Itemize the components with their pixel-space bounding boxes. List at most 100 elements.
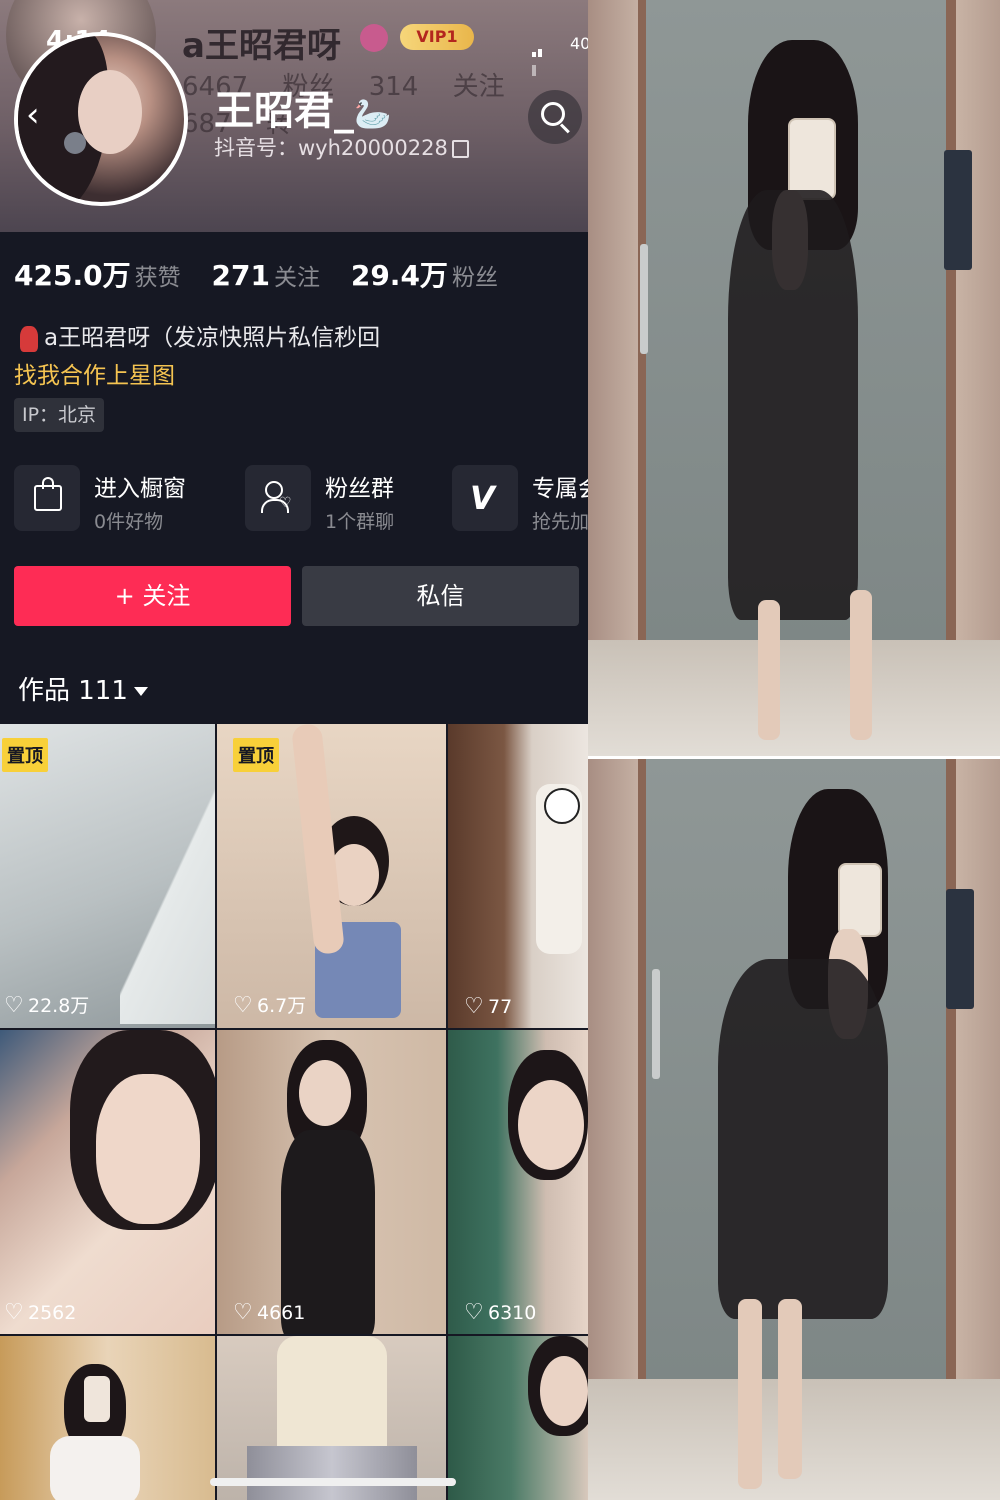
video-likes: 6.7万 [233,991,306,1018]
video-likes-count: 22.8万 [28,995,90,1017]
heart-icon [233,1300,253,1325]
video-likes: 77 [464,994,513,1019]
stat-following[interactable]: 271 关注 [211,258,319,292]
message-button[interactable]: 私信 [302,566,579,626]
follow-button[interactable]: + 关注 [14,566,291,626]
copy-icon[interactable] [451,140,469,158]
video-tile[interactable]: 2562 [0,1030,215,1334]
mirror-photo-bottom [588,759,1000,1500]
video-likes: 4661 [233,1300,306,1325]
heart-icon [464,1300,484,1325]
search-icon-handle [559,123,570,134]
tile-phone [84,1376,110,1422]
works-tab[interactable]: 作品 111 [18,670,148,707]
profile-name-text: 王昭君_ [214,88,354,134]
shop-window-sub: 0件好物 [94,511,164,533]
door-handle [640,244,648,354]
v-member-icon: V [470,479,495,517]
tile-face-sticker [544,788,580,824]
photo-floor [588,640,1000,756]
figure-phone [838,863,882,937]
bio: a王昭君呀（发凉快照片私信秒回 [20,318,380,352]
stat-followers-label: 粉丝 [451,265,498,291]
fan-group-icon-box: ♡ [245,465,311,531]
video-likes-count: 6310 [488,1302,537,1324]
elevator-panel [946,889,974,1009]
fan-group-title: 粉丝群 [325,476,394,502]
video-likes: 22.8万 [4,991,89,1018]
video-tile[interactable] [448,1336,588,1500]
vip-badge: VIP1 [400,24,474,50]
avatar-face [78,70,142,154]
figure-dress [718,959,888,1319]
signal-icon [532,38,548,76]
heart-small-icon: ♡ [279,495,292,511]
video-likes-count: 4661 [257,1302,306,1324]
douyin-id-text: 抖音号：wyh20000228 [214,136,448,160]
tile-skirt [247,1446,417,1500]
shop-icon-box [14,465,80,531]
heart-icon [233,993,253,1018]
member-title: 专属会 [532,476,588,502]
bio-text: a王昭君呀（发凉快照片私信秒回 [44,325,381,351]
star-map-link[interactable]: 找我合作上星图 [14,356,175,390]
video-tile[interactable]: 77 [448,724,588,1028]
search-button[interactable] [528,90,582,144]
stat-followers[interactable]: 29.4万 粉丝 [351,254,498,294]
tile-face [540,1356,588,1426]
ribbon-icon [20,325,38,352]
shop-window-title: 进入橱窗 [94,476,186,502]
battery-level: 40 [570,34,588,53]
avatar-mic [64,132,86,154]
video-tile[interactable]: 置顶 6.7万 [217,724,446,1028]
stat-likes[interactable]: 425.0万 获赞 [14,254,181,294]
figure-leg [738,1299,762,1489]
back-icon[interactable]: ‹ [26,98,60,132]
profile-name: 王昭君_🦢 [214,78,391,136]
shopping-bag-icon [34,477,62,511]
douyin-id[interactable]: 抖音号：wyh20000228 [214,132,469,162]
header-bg-badge [360,24,388,52]
pinned-badge: 置顶 [2,738,48,772]
figure-leg [778,1299,802,1479]
video-grid: 置顶 22.8万 置顶 6.7万 77 2562 4661 [0,724,588,1500]
profile-stats: 425.0万 获赞 271 关注 29.4万 粉丝 [14,254,520,294]
heart-icon [4,993,24,1018]
member-sub: 抢先加 [532,511,588,533]
mirror-photo-top [588,0,1000,756]
video-likes-count: 77 [488,996,513,1018]
stat-following-num: 271 [211,259,270,292]
video-likes: 2562 [4,1300,76,1325]
member-icon-box: V [452,465,518,531]
stat-likes-label: 获赞 [134,265,181,291]
video-likes-count: 6.7万 [257,995,307,1017]
video-tile[interactable]: 6310 [448,1030,588,1334]
video-tile[interactable] [0,1336,215,1500]
door-handle [652,969,660,1079]
ip-location-tag: IP：北京 [14,398,105,432]
tile-ceiling [120,724,215,1024]
works-label: 作品 111 [18,676,128,706]
caret-down-icon [133,687,148,696]
stat-following-label: 关注 [273,265,320,291]
video-tile[interactable]: 置顶 22.8万 [0,724,215,1028]
video-tile[interactable] [217,1336,446,1500]
home-indicator [210,1478,456,1486]
heart-icon [4,1300,24,1325]
profile-header: a王昭君呀 VIP1 6467 粉丝 314 关注 687 转 4:14 40 … [0,0,588,232]
tile-face [299,1060,351,1126]
figure-leg [850,590,872,740]
fan-group-sub: 1个群聊 [325,511,395,533]
figure-dress [728,190,858,620]
video-likes: 6310 [464,1300,537,1325]
video-tile[interactable]: 4661 [217,1030,446,1334]
tile-face [518,1080,584,1170]
tile-face [96,1074,200,1224]
figure-leg [758,600,780,740]
stat-likes-num: 425.0万 [14,259,131,292]
pinned-badge: 置顶 [233,738,279,772]
figure-phone [788,118,836,200]
elevator-panel [944,150,972,270]
heart-icon [464,994,484,1019]
profile-screen: a王昭君呀 VIP1 6467 粉丝 314 关注 687 转 4:14 40 … [0,0,588,1500]
